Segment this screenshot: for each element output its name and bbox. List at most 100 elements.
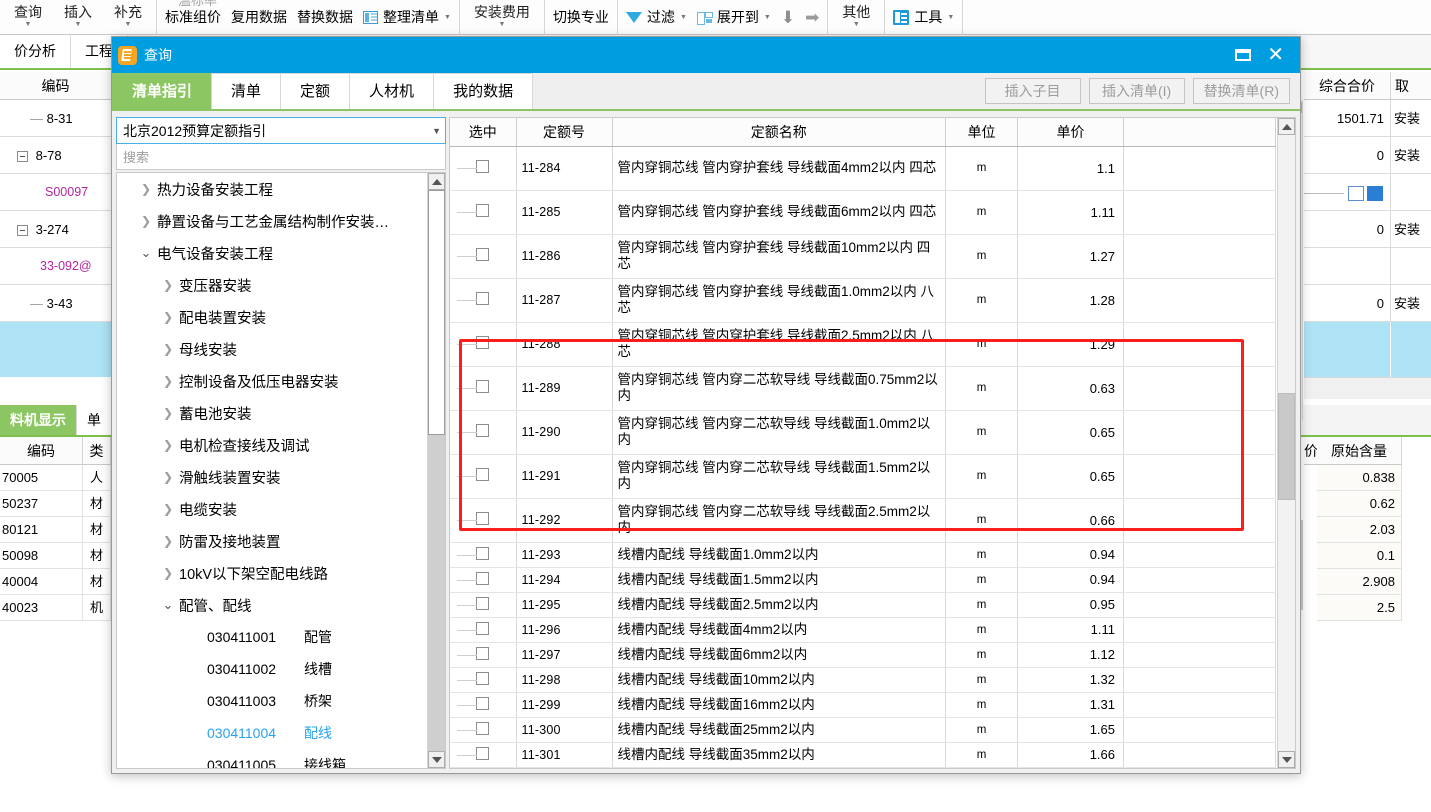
table-row[interactable]: 11-296 线槽内配线 导线截面4mm2以内 m 1.11 xyxy=(450,617,1276,643)
tree-node-battery[interactable]: ❯ 蓄电池安装 xyxy=(117,397,427,429)
chevron-right-icon[interactable]: ❯ xyxy=(157,438,179,452)
row-select-cell[interactable] xyxy=(450,234,517,279)
chevron-right-icon[interactable]: ❯ xyxy=(157,278,179,292)
table-row[interactable]: 11-299 线槽内配线 导线截面16mm2以内 m 1.31 xyxy=(450,692,1276,718)
row-checkbox[interactable] xyxy=(476,671,490,685)
collapse-icon[interactable] xyxy=(17,151,28,163)
chevron-right-icon[interactable]: ❯ xyxy=(135,182,157,196)
table-row[interactable]: 11-286 管内穿铜芯线 管内穿护套线 导线截面10mm2以内 四芯 m 1.… xyxy=(450,234,1276,279)
row-select-cell[interactable] xyxy=(450,322,517,367)
toolbar-button-reuse-data[interactable]: 复用数据 xyxy=(231,7,287,27)
toolbar-button-install-fee[interactable]: 安装费用 ▼ xyxy=(468,5,536,28)
toolbar-button-standard-pricing[interactable]: 标准组价 xyxy=(165,7,221,27)
row-select-cell[interactable] xyxy=(450,454,517,499)
tab-list-guide[interactable]: 清单指引 xyxy=(112,73,213,109)
col-header-select[interactable]: 选中 xyxy=(450,118,517,147)
table-row[interactable]: 11-287 管内穿铜芯线 管内穿护套线 导线截面1.0mm2以内 八芯 m 1… xyxy=(450,278,1276,323)
row-checkbox[interactable] xyxy=(476,160,490,173)
row-select-cell[interactable] xyxy=(450,692,517,718)
table-row[interactable]: 11-284 管内穿铜芯线 管内穿护套线 导线截面4mm2以内 四芯 m 1.1 xyxy=(450,146,1276,191)
toolbar-button-supplement[interactable]: 补充 ▼ xyxy=(108,5,148,28)
tree-leaf-030411002[interactable]: 030411002 线槽 xyxy=(117,653,427,685)
grid-scrollbar[interactable] xyxy=(1277,118,1295,768)
background-tab-materials[interactable]: 料机显示 xyxy=(0,405,76,435)
bg-row-code[interactable]: — 8-31 xyxy=(0,100,111,137)
row-select-cell[interactable] xyxy=(450,717,517,743)
toolbar-button-expand-to[interactable]: 展开到 ▼ xyxy=(696,7,771,27)
chevron-down-icon[interactable]: ⌄ xyxy=(157,597,179,613)
table-row[interactable]: 11-285 管内穿铜芯线 管内穿护套线 导线截面6mm2以内 四芯 m 1.1… xyxy=(450,190,1276,235)
row-checkbox[interactable] xyxy=(476,512,490,525)
tree-node-overhead-line[interactable]: ❯ 10kV以下架空配电线路 xyxy=(117,557,427,589)
bg-selected-row[interactable] xyxy=(1304,322,1390,377)
table-row[interactable]: 11-291 管内穿铜芯线 管内穿二芯软导线 导线截面1.5mm2以内 m 0.… xyxy=(450,454,1276,499)
table-row[interactable]: 11-288 管内穿铜芯线 管内穿护套线 导线截面2.5mm2以内 八芯 m 1… xyxy=(450,322,1276,367)
row-select-cell[interactable] xyxy=(450,742,517,768)
row-select-cell[interactable] xyxy=(450,498,517,543)
chevron-right-icon[interactable]: ❯ xyxy=(157,566,179,580)
tree-node-electrical-equipment[interactable]: ⌄ 电气设备安装工程 xyxy=(117,237,427,269)
row-checkbox[interactable] xyxy=(476,248,490,261)
row-select-cell[interactable] xyxy=(450,642,517,668)
toolbar-button-insert[interactable]: 插入 ▼ xyxy=(58,5,98,28)
row-select-cell[interactable] xyxy=(450,190,517,235)
row-checkbox[interactable] xyxy=(476,596,490,610)
close-icon[interactable]: ✕ xyxy=(1267,45,1284,65)
col-header-quota-code[interactable]: 定额号 xyxy=(516,118,613,147)
table-row[interactable]: 11-289 管内穿铜芯线 管内穿二芯软导线 导线截面0.75mm2以内 m 0… xyxy=(450,366,1276,411)
row-checkbox[interactable] xyxy=(476,204,490,217)
grid-scroll-down-button[interactable] xyxy=(1278,751,1295,768)
row-checkbox[interactable] xyxy=(476,646,490,660)
bg-row-code[interactable]: 3-274 xyxy=(0,211,111,248)
row-checkbox[interactable] xyxy=(476,292,490,305)
row-checkbox[interactable] xyxy=(476,746,490,760)
table-row[interactable]: 11-294 线槽内配线 导线截面1.5mm2以内 m 0.94 xyxy=(450,567,1276,593)
tree-node-transformer[interactable]: ❯ 变压器安装 xyxy=(117,269,427,301)
row-select-cell[interactable] xyxy=(450,542,517,568)
background-tab-price-analysis[interactable]: 价分析 xyxy=(0,35,71,68)
chevron-right-icon[interactable]: ❯ xyxy=(157,502,179,516)
table-row[interactable]: 11-302 线槽内配线 导线截面50mm2以内 m 2.9 xyxy=(450,767,1276,768)
chevron-right-icon[interactable]: ❯ xyxy=(157,342,179,356)
col-header-unit[interactable]: 单位 xyxy=(945,118,1018,147)
tab-my-data[interactable]: 我的数据 xyxy=(433,73,534,109)
replace-list-button[interactable]: 替换清单(R) xyxy=(1192,78,1290,104)
tree-scroll-down-button[interactable] xyxy=(428,751,445,768)
row-select-cell[interactable] xyxy=(450,667,517,693)
table-row[interactable]: 11-301 线槽内配线 导线截面35mm2以内 m 1.66 xyxy=(450,742,1276,768)
tree-leaf-030411004-selected[interactable]: 030411004 配线 xyxy=(117,717,427,749)
bg-selected-row[interactable] xyxy=(0,322,111,377)
grid-scroll-thumb[interactable] xyxy=(1278,393,1295,500)
chevron-right-icon[interactable]: ❯ xyxy=(157,534,179,548)
bg-selected-row[interactable] xyxy=(1391,322,1431,377)
tree-node-motor-check[interactable]: ❯ 电机检查接线及调试 xyxy=(117,429,427,461)
tree-leaf-030411005[interactable]: 030411005 接线箱 xyxy=(117,749,427,768)
bg-row-code[interactable]: S00097 xyxy=(0,174,111,211)
tab-list[interactable]: 清单 xyxy=(211,73,282,109)
row-checkbox[interactable] xyxy=(476,546,490,560)
toolbar-button-organize-list[interactable]: 整理清单 ▼ xyxy=(363,7,451,27)
tree-node-cable-install[interactable]: ❯ 电缆安装 xyxy=(117,493,427,525)
tree-leaf-030411003[interactable]: 030411003 桥架 xyxy=(117,685,427,717)
row-checkbox[interactable] xyxy=(476,468,490,481)
tab-labor-material-machine[interactable]: 人材机 xyxy=(349,73,435,109)
toolbar-button-tools[interactable]: 工具 ▼ xyxy=(893,7,954,27)
table-row[interactable]: 11-300 线槽内配线 导线截面25mm2以内 m 1.65 xyxy=(450,717,1276,743)
chevron-right-icon[interactable]: ❯ xyxy=(157,310,179,324)
toolbar-button-filter[interactable]: 过滤 ▼ xyxy=(625,7,687,27)
tree-node-trolley-line[interactable]: ❯ 滑触线装置安装 xyxy=(117,461,427,493)
tab-quota[interactable]: 定额 xyxy=(280,73,351,109)
bg-row-code[interactable]: 33-092@ xyxy=(0,248,111,285)
grid-scroll-track[interactable] xyxy=(1278,135,1295,751)
row-select-cell[interactable] xyxy=(450,278,517,323)
chevron-right-icon[interactable]: ❯ xyxy=(157,406,179,420)
row-select-cell[interactable] xyxy=(450,366,517,411)
row-checkbox[interactable] xyxy=(476,380,490,393)
tree-scroll-track[interactable] xyxy=(428,190,445,751)
table-row[interactable]: 11-292 管内穿铜芯线 管内穿二芯软导线 导线截面2.5mm2以内 m 0.… xyxy=(450,498,1276,543)
toolbar-button-query[interactable]: 查询 ▼ xyxy=(8,5,48,28)
toolbar-button-replace-data[interactable]: 替换数据 xyxy=(297,7,353,27)
toolbar-button-switch-profession[interactable]: 切换专业 xyxy=(553,7,609,27)
row-checkbox[interactable] xyxy=(476,721,490,735)
library-select[interactable]: 北京2012预算定额指引 ▼ xyxy=(116,117,446,144)
